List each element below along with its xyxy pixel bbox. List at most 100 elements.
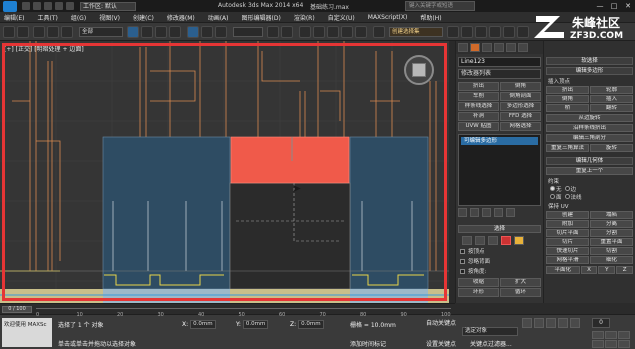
link-icon[interactable] (33, 26, 45, 38)
left-cabinet-panel[interactable] (102, 136, 231, 290)
zoom-icon[interactable] (592, 331, 604, 339)
modifier-stack[interactable]: 可编辑多边形 (458, 134, 541, 206)
previous-frame-icon[interactable] (534, 318, 544, 328)
menu-help[interactable]: 帮助(H) (420, 13, 441, 22)
z-value-field[interactable]: 0.0mm (298, 319, 324, 329)
key-mode-dropdown[interactable]: 选定对象 (462, 327, 518, 336)
select-by-name-icon[interactable] (141, 26, 153, 38)
display-tab-icon[interactable] (506, 43, 516, 52)
menu-maxscript[interactable]: MAXScript(X) (368, 14, 408, 21)
maximize-viewport-icon[interactable] (618, 340, 630, 348)
select-scale-icon[interactable] (215, 26, 227, 38)
pivot-center-icon[interactable] (267, 26, 279, 38)
cap-holes-modifier-button[interactable]: 补洞 (458, 112, 499, 121)
create-button[interactable]: 创建 (546, 211, 589, 219)
open-file-icon[interactable] (33, 2, 41, 10)
split-button[interactable]: 分割 (590, 229, 633, 237)
add-time-tag-button[interactable]: 添加时间标记 (350, 339, 386, 348)
poly-select-modifier-button[interactable]: 多边形选择 (500, 102, 541, 111)
constraint-edge-radio[interactable]: 边 (564, 185, 576, 193)
cut-button[interactable]: 切割 (590, 247, 633, 255)
select-move-icon[interactable] (187, 26, 199, 38)
new-file-icon[interactable] (22, 2, 30, 10)
repeat-last-button[interactable]: 重复上一个 (546, 167, 633, 175)
rectangular-selection-icon[interactable] (155, 26, 167, 38)
menu-create[interactable]: 创建(C) (133, 13, 154, 22)
ignore-backfacing-check-icon[interactable] (460, 258, 465, 264)
time-slider[interactable]: 0 / 100 (2, 306, 32, 313)
extrude-along-spline-button[interactable]: 沿样条线挤出 (546, 124, 633, 132)
loop-button[interactable]: 循环 (500, 288, 541, 297)
named-selection-set-dropdown[interactable]: 创建选择集 (389, 27, 443, 37)
selection-filter-dropdown[interactable]: 全部 (79, 27, 123, 37)
mirror-icon[interactable] (447, 26, 459, 38)
pan-icon[interactable] (605, 340, 617, 348)
inset-button[interactable]: 插入 (590, 95, 633, 103)
zoom-all-icon[interactable] (605, 331, 617, 339)
select-rotate-icon[interactable] (201, 26, 213, 38)
meshsmooth-button[interactable]: 网格平滑 (546, 256, 589, 264)
constraint-normal-radio[interactable]: 法线 (564, 193, 582, 201)
zoom-extents-icon[interactable] (618, 331, 630, 339)
menu-animation[interactable]: 动画(A) (208, 13, 229, 22)
uvw-map-modifier-button[interactable]: UVW 贴图 (458, 122, 499, 131)
element-level-icon[interactable] (514, 236, 524, 245)
maxscript-listener[interactable]: 欢迎使用 MAXSc (2, 318, 52, 347)
reference-coordinate-dropdown[interactable] (233, 27, 263, 37)
x-value-field[interactable]: 0.0mm (190, 319, 216, 329)
modifier-list-dropdown[interactable]: 修改器列表 (458, 69, 541, 79)
menu-group[interactable]: 组(G) (71, 13, 86, 22)
select-manipulate-icon[interactable] (281, 26, 293, 38)
redo-tool-icon[interactable] (17, 26, 29, 38)
play-icon[interactable] (546, 318, 556, 328)
graphite-ribbon-icon[interactable] (489, 26, 501, 38)
constraint-none-radio[interactable]: 无 (550, 185, 562, 193)
reset-plane-button[interactable]: 重置平面 (590, 238, 633, 246)
current-frame-field[interactable]: 0 (592, 318, 610, 328)
tessellate-button[interactable]: 细化 (590, 256, 633, 264)
bevel-modifier-button[interactable]: 倒角 (500, 82, 541, 91)
hinge-from-edge-button[interactable]: 从边旋转 (546, 114, 633, 122)
stack-item-editable-poly[interactable]: 可编辑多边形 (461, 137, 538, 145)
edit-geometry-rollout[interactable]: 编辑几何体 (546, 157, 633, 165)
create-tab-icon[interactable] (458, 43, 468, 52)
edit-triangulation-button[interactable]: 编辑三角剖分 (546, 134, 633, 142)
configure-sets-icon[interactable] (506, 208, 515, 217)
preserve-uv-checkbox[interactable]: 保持 UV (548, 202, 633, 210)
border-level-icon[interactable] (488, 236, 498, 245)
middle-cabinet-panel[interactable] (229, 182, 351, 290)
app-icon[interactable] (3, 0, 17, 12)
show-end-result-icon[interactable] (470, 208, 479, 217)
redo-icon[interactable] (66, 2, 74, 10)
front-viewport[interactable]: [+] [正交] [明暗处理 + 边面] ➤ (0, 41, 449, 303)
next-frame-icon[interactable] (558, 318, 568, 328)
remove-modifier-icon[interactable] (494, 208, 503, 217)
field-of-view-icon[interactable] (592, 340, 604, 348)
insert-vertex-label[interactable]: 插入顶点 (548, 77, 633, 85)
ring-button[interactable]: 环形 (458, 288, 499, 297)
make-planar-button[interactable]: 平面化 (546, 266, 580, 274)
detach-button[interactable]: 分离 (590, 220, 633, 228)
radio-edge-icon[interactable] (564, 185, 570, 191)
soft-selection-rollout[interactable]: 软选择 (546, 57, 633, 65)
lathe-modifier-button[interactable]: 车削 (458, 92, 499, 101)
bridge-button[interactable]: 桥 (546, 104, 589, 112)
menu-customize[interactable]: 自定义(U) (328, 13, 355, 22)
spinner-snap-icon[interactable] (355, 26, 367, 38)
select-object-icon[interactable] (127, 26, 139, 38)
undo-tool-icon[interactable] (3, 26, 15, 38)
menu-tools[interactable]: 工具(T) (37, 13, 57, 22)
radio-face-icon[interactable] (550, 193, 555, 199)
goto-start-icon[interactable] (522, 318, 532, 328)
snaps-toggle-icon[interactable] (313, 26, 325, 38)
undo-icon[interactable] (55, 2, 63, 10)
constraint-face-radio[interactable]: 面 (550, 193, 562, 201)
ffd-select-modifier-button[interactable]: FFD 选择 (500, 112, 541, 121)
menu-edit[interactable]: 编辑(E) (4, 13, 24, 22)
quickslice-button[interactable]: 快速切片 (546, 247, 589, 255)
slice-plane-button[interactable]: 切片平面 (546, 229, 589, 237)
save-file-icon[interactable] (44, 2, 52, 10)
radio-normal-icon[interactable] (564, 193, 570, 199)
edge-level-icon[interactable] (475, 236, 485, 245)
maximize-button[interactable]: □ (607, 0, 621, 12)
